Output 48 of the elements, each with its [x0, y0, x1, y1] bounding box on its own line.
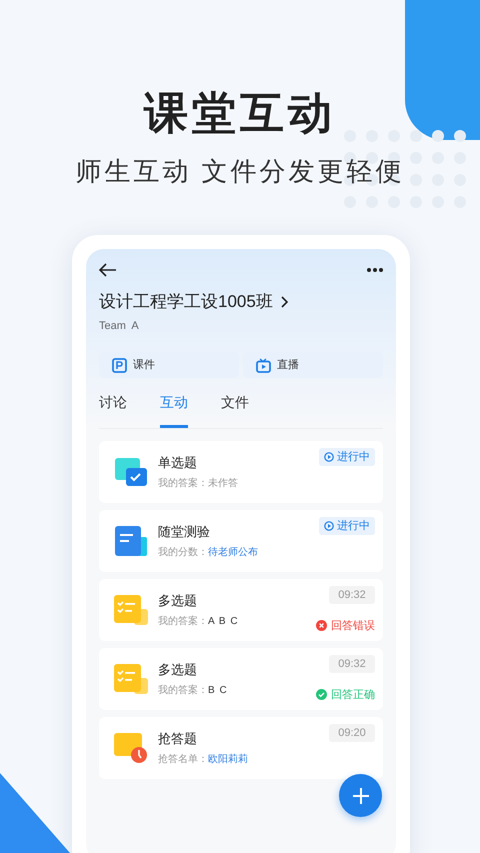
- answer-label: 我的分数：: [158, 546, 208, 560]
- answer-label: 我的答案：: [158, 476, 208, 491]
- more-icon[interactable]: [367, 268, 383, 272]
- error-circle-icon: [316, 620, 327, 632]
- class-title: 设计工程学工设1005班: [99, 291, 273, 313]
- tv-play-icon: [256, 358, 271, 372]
- activity-card[interactable]: 多选题 我的答案：B C 09:32 回答正确: [99, 648, 383, 710]
- status-badge: 进行中: [319, 517, 375, 535]
- shortcut-button[interactable]: 直播: [243, 352, 383, 378]
- activity-title: 多选题: [158, 661, 198, 680]
- chevron-right-icon[interactable]: [280, 296, 288, 308]
- result-label: 回答错误: [331, 618, 375, 634]
- answer-value: 待老师公布: [208, 546, 258, 560]
- tab[interactable]: 文件: [221, 392, 249, 428]
- activity-title: 单选题: [158, 454, 198, 472]
- activity-title: 多选题: [158, 592, 198, 610]
- back-arrow-icon[interactable]: [99, 263, 117, 277]
- checklist-icon: [114, 664, 148, 694]
- answer-value: A B C: [208, 614, 239, 629]
- answer-label: 我的答案：: [158, 614, 208, 629]
- result-label: 回答正确: [331, 688, 375, 702]
- headline: 课堂互动: [144, 92, 336, 136]
- answer-value: B C: [208, 684, 228, 698]
- slides-icon: [112, 358, 127, 372]
- answer-value: 欧阳莉莉: [208, 752, 248, 767]
- plus-icon: [352, 786, 370, 804]
- activity-card[interactable]: 多选题 我的答案：A B C 09:32 回答错误: [99, 579, 383, 641]
- activity-title: 随堂测验: [158, 523, 211, 542]
- answer-label: 抢答名单：: [158, 752, 208, 767]
- answer-value: 未作答: [208, 476, 238, 491]
- team-label: Team A: [99, 318, 140, 334]
- check-circle-icon: [316, 689, 327, 700]
- time-badge: 09:32: [329, 655, 375, 673]
- answer-label: 我的答案：: [158, 684, 208, 698]
- activity-card[interactable]: 抢答题 抢答名单：欧阳莉莉 09:20: [99, 717, 383, 779]
- tab[interactable]: 讨论: [99, 392, 127, 428]
- checkbox-card-icon: [115, 458, 147, 486]
- activity-card[interactable]: 单选题 我的答案：未作答 进行中: [99, 441, 383, 503]
- time-badge: 09:20: [329, 724, 375, 742]
- activity-title: 抢答题: [158, 730, 198, 748]
- shortcut-button[interactable]: 课件: [99, 352, 239, 378]
- subheadline: 师生互动 文件分发更轻便: [75, 158, 405, 184]
- tab[interactable]: 互动: [160, 392, 188, 428]
- document-icon: [115, 526, 147, 556]
- time-badge: 09:32: [329, 586, 375, 604]
- checklist-icon: [114, 595, 148, 625]
- status-badge: 进行中: [319, 448, 375, 466]
- activity-card[interactable]: 随堂测验 我的分数：待老师公布 进行中: [99, 510, 383, 572]
